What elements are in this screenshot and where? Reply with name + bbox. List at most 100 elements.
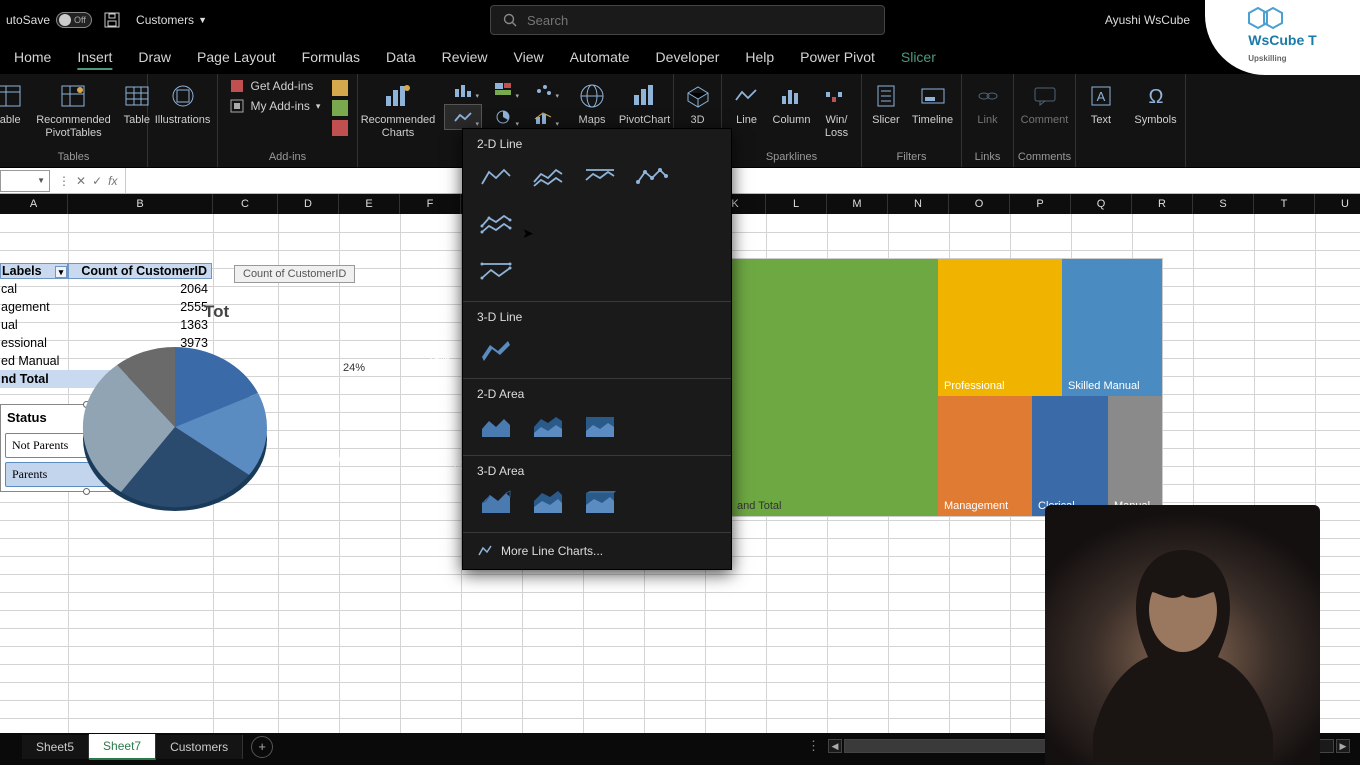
filter-dropdown-icon[interactable]: ▾	[55, 266, 67, 278]
line-markers-option[interactable]	[631, 159, 673, 195]
3d-area-option[interactable]	[475, 486, 517, 522]
sparkline-line-button[interactable]: Line	[727, 78, 767, 129]
chart-line-button[interactable]: ▾	[444, 104, 482, 130]
user-name[interactable]: Ayushi WsCube	[1105, 13, 1190, 27]
column-header[interactable]: L	[766, 194, 827, 214]
comment-button[interactable]: Comment	[1017, 78, 1073, 129]
column-header[interactable]: U	[1315, 194, 1360, 214]
column-header[interactable]: F	[400, 194, 461, 214]
chart-combo-button[interactable]: ▾	[524, 104, 562, 130]
tab-view[interactable]: View	[502, 42, 556, 72]
column-header[interactable]: P	[1010, 194, 1071, 214]
cancel-icon[interactable]: ✕	[76, 174, 86, 188]
expand-icon[interactable]: ⋮	[58, 174, 70, 188]
tab-home[interactable]: Home	[2, 42, 63, 72]
column-header[interactable]: T	[1254, 194, 1315, 214]
treemap-chart[interactable]: Professional Skilled Manual and Total Ma…	[730, 258, 1163, 517]
fx-icon[interactable]: fx	[108, 174, 117, 188]
addin-icon-1[interactable]	[332, 80, 348, 96]
chart-field-button[interactable]: Count of CustomerID	[234, 265, 355, 283]
column-header[interactable]: S	[1193, 194, 1254, 214]
pivotchart-button[interactable]: PivotChart	[615, 78, 674, 129]
column-header[interactable]: R	[1132, 194, 1193, 214]
tab-draw[interactable]: Draw	[126, 42, 183, 72]
pivot-table-button[interactable]: able	[0, 78, 30, 129]
my-addins-button[interactable]: My Add-ins▾	[229, 98, 321, 114]
get-addins-button[interactable]: Get Add-ins	[229, 78, 321, 94]
save-icon[interactable]	[102, 10, 122, 30]
maps-button[interactable]: Maps	[572, 78, 612, 129]
pivot-cell[interactable]: 2555	[68, 300, 212, 314]
scroll-right-button[interactable]: ▶	[1336, 739, 1350, 753]
name-box[interactable]: ▼	[0, 170, 50, 192]
search-box[interactable]	[490, 5, 885, 35]
sparkline-winloss-button[interactable]: Win/ Loss	[816, 78, 856, 142]
100-stacked-area-option[interactable]	[579, 409, 621, 445]
autosave-toggle[interactable]: utoSave Off	[6, 12, 92, 28]
tab-slicer[interactable]: Slicer	[889, 42, 948, 72]
column-header[interactable]: O	[949, 194, 1010, 214]
area-option[interactable]	[475, 409, 517, 445]
3d-line-option[interactable]	[475, 332, 517, 368]
pivot-cell[interactable]: 2064	[68, 282, 212, 296]
stacked-line-option[interactable]	[527, 159, 569, 195]
toggle-switch[interactable]: Off	[56, 12, 92, 28]
enter-icon[interactable]: ✓	[92, 174, 102, 188]
recommended-charts-button[interactable]: Recommended Charts	[357, 78, 440, 142]
pivot-cell[interactable]: essional	[0, 336, 68, 350]
column-header[interactable]: E	[339, 194, 400, 214]
slicer-button[interactable]: Slicer	[866, 78, 906, 129]
column-header[interactable]: A	[0, 194, 68, 214]
tab-power-pivot[interactable]: Power Pivot	[788, 42, 887, 72]
chart-col-button[interactable]: ▾	[444, 76, 482, 102]
column-header[interactable]: B	[68, 194, 213, 214]
chart-title[interactable]: Tot	[204, 302, 229, 322]
text-button[interactable]: AText	[1081, 78, 1121, 129]
pivot-cell[interactable]: agement	[0, 300, 68, 314]
addin-icon-2[interactable]	[332, 100, 348, 116]
pivot-cell[interactable]: ed Manual	[0, 354, 68, 368]
illustrations-button[interactable]: Illustrations	[151, 78, 215, 129]
pivot-cell[interactable]: cal	[0, 282, 68, 296]
addin-icon-3[interactable]	[332, 120, 348, 136]
add-sheet-button[interactable]: +	[251, 736, 273, 758]
scroll-left-button[interactable]: ◀	[828, 739, 842, 753]
tab-formulas[interactable]: Formulas	[290, 42, 372, 72]
line-chart-option[interactable]	[475, 159, 517, 195]
pivot-row-header[interactable]: Labels▾	[0, 263, 68, 279]
recommended-pivot-button[interactable]: Recommended PivotTables	[32, 78, 115, 142]
column-header[interactable]: N	[888, 194, 949, 214]
timeline-button[interactable]: Timeline	[908, 78, 957, 129]
column-header[interactable]: M	[827, 194, 888, 214]
3d-stacked-area-option[interactable]	[527, 486, 569, 522]
tab-help[interactable]: Help	[733, 42, 786, 72]
sheet-tab[interactable]: Customers	[156, 735, 243, 759]
more-line-charts-button[interactable]: More Line Charts...	[463, 533, 731, 569]
tab-insert[interactable]: Insert	[65, 42, 124, 72]
chart-stat-button[interactable]: ▾	[524, 76, 562, 102]
column-header[interactable]: C	[213, 194, 278, 214]
sheet-tab[interactable]: Sheet5	[22, 735, 89, 759]
tab-page-layout[interactable]: Page Layout	[185, 42, 288, 72]
3d-button[interactable]: 3D	[678, 78, 718, 129]
tab-automate[interactable]: Automate	[558, 42, 642, 72]
tab-review[interactable]: Review	[430, 42, 500, 72]
tab-data[interactable]: Data	[374, 42, 428, 72]
chart-pie-button[interactable]: ▾	[484, 104, 522, 130]
3d-100-stacked-area-option[interactable]	[579, 486, 621, 522]
column-header[interactable]: Q	[1071, 194, 1132, 214]
chart-hier-button[interactable]: ▾	[484, 76, 522, 102]
scroll-options-icon[interactable]: ⋮	[801, 738, 826, 754]
search-input[interactable]	[527, 13, 872, 28]
tab-developer[interactable]: Developer	[644, 42, 732, 72]
sparkline-column-button[interactable]: Column	[769, 78, 815, 129]
sheet-tab-active[interactable]: Sheet7	[89, 734, 156, 760]
column-header[interactable]: D	[278, 194, 339, 214]
stacked-area-option[interactable]	[527, 409, 569, 445]
100-stacked-line-markers-option[interactable]	[475, 255, 517, 291]
file-name-dropdown[interactable]: Customers ▼	[136, 13, 207, 27]
link-button[interactable]: Link	[968, 78, 1008, 129]
100-stacked-line-option[interactable]	[579, 159, 621, 195]
stacked-line-markers-option[interactable]	[475, 205, 517, 241]
pivot-cell[interactable]: 1363	[68, 318, 212, 332]
